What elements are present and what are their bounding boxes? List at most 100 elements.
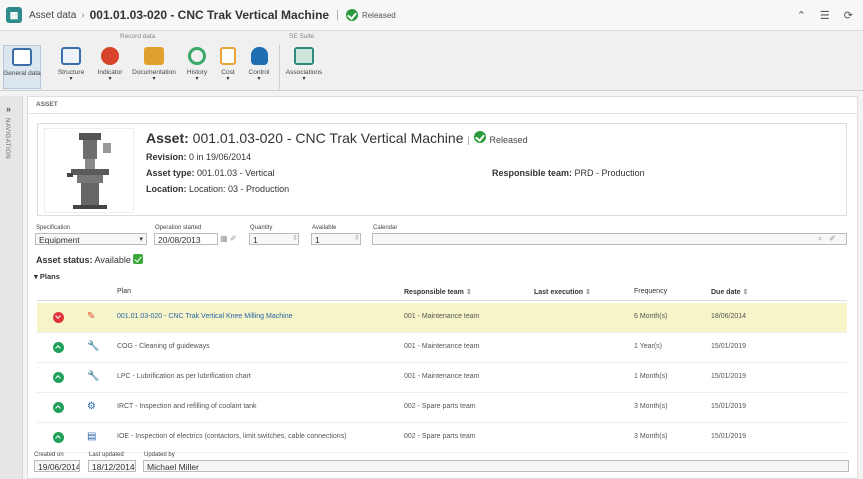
indicator-button[interactable]: Indicator ▾: [94, 45, 126, 89]
cost-icon: [220, 47, 236, 65]
available-label: Available: [312, 225, 337, 231]
control-button[interactable]: Control ▾: [244, 45, 274, 89]
list-menu-icon[interactable]: ☰: [820, 9, 830, 22]
triangle-down-icon: ▾: [34, 272, 38, 281]
breadcrumb-root[interactable]: Asset data: [29, 10, 76, 21]
created-on-field: 19/06/2014: [34, 460, 80, 472]
spec-label: Specification: [36, 225, 71, 231]
breadcrumb-separator: ›: [81, 9, 85, 21]
status-ok-icon: [53, 432, 64, 443]
last-updated-field: 18/12/2014: [88, 460, 136, 472]
responsible-team: 002 - Spare parts team: [404, 403, 476, 410]
plan-type-icon: 🔧: [87, 371, 100, 382]
main-panel: ASSET Asset: 001.01.03-020 - CNC Trak Ve…: [27, 96, 858, 479]
history-icon: [188, 47, 206, 65]
col-frequency[interactable]: Frequency: [634, 288, 667, 295]
page-title: 001.01.03-020 - CNC Trak Vertical Machin…: [89, 8, 330, 22]
status-ok-icon: [53, 342, 64, 353]
audit-footer: Created on 19/06/2014 Last updated 18/12…: [34, 452, 849, 478]
chevron-down-icon: ▾: [139, 236, 143, 243]
responsible-team: 001 - Maintenance team: [404, 313, 480, 320]
section-title: ASSET: [36, 101, 58, 108]
plan-type-icon: 🔧: [87, 341, 100, 352]
plan-name: IOE - Inspection of electrics (contactor…: [117, 433, 347, 440]
op-started-label: Operation started: [155, 225, 202, 231]
plan-name: LPC - Lubrification as per lubrification…: [117, 373, 251, 380]
asset-type-line: Asset type: 001.01.03 - Vertical: [146, 168, 275, 178]
available-check-icon: [132, 254, 143, 264]
table-row[interactable]: 🔧 LPC - Lubrification as per lubrificatio…: [37, 363, 847, 393]
asset-released-icon: [473, 131, 486, 143]
associations-icon: [294, 47, 314, 65]
structure-icon: [61, 47, 81, 65]
title-bar: ▦ Asset data › 001.01.03-020 - CNC Trak …: [0, 0, 863, 31]
cost-button[interactable]: Cost ▾: [215, 45, 241, 89]
clear-field-icon[interactable]: ✐: [829, 234, 836, 243]
responsible-team: 001 - Maintenance team: [404, 343, 480, 350]
general-data-button[interactable]: General data: [3, 45, 41, 89]
plan-type-icon: ✎: [87, 311, 96, 322]
due-date: 15/01/2019: [711, 403, 747, 410]
documentation-button[interactable]: Documentation ▾: [128, 45, 180, 89]
responsible-team-line: Responsible team: PRD - Production: [492, 168, 645, 178]
asset-photo: [44, 128, 134, 213]
table-row[interactable]: 🔧 COG - Cleaning of guideways 001 - Mainte…: [37, 333, 847, 363]
clear-date-icon[interactable]: ✐: [230, 234, 237, 243]
group-label-record: Record data: [120, 33, 156, 40]
responsible-team: 002 - Spare parts team: [404, 433, 476, 440]
calendar-label: Calendar: [373, 225, 398, 231]
refresh-icon[interactable]: ⟳: [844, 9, 853, 22]
col-due-date[interactable]: Due date ⇕: [711, 288, 748, 296]
asset-summary-card: Asset: 001.01.03-020 - CNC Trak Vertical…: [37, 123, 847, 216]
expand-navigation-icon[interactable]: »: [6, 104, 11, 114]
navigation-label[interactable]: NAVIGATION: [4, 118, 10, 159]
location-line: Location: Location: 03 - Production: [146, 184, 290, 194]
updated-by-field: Michael Miller: [143, 460, 849, 472]
structure-button[interactable]: Structure ▾: [55, 45, 87, 89]
calendar-field[interactable]: [372, 233, 847, 245]
group-label-se: SE Suite: [289, 33, 315, 40]
plans-toggle[interactable]: ▾ Plans: [34, 272, 60, 281]
associations-button[interactable]: Associations ▾: [283, 45, 325, 89]
table-row[interactable]: ▤ IOE - Inspection of electrics (contacto…: [37, 423, 847, 453]
folder-icon: [144, 47, 164, 65]
due-date: 18/06/2014: [711, 313, 747, 320]
quantity-stepper-icon[interactable]: ⇳: [292, 234, 298, 242]
plan-type-icon: ▤: [87, 431, 97, 442]
header-status: Released: [361, 10, 396, 20]
calendar-icon[interactable]: ▦: [220, 234, 228, 243]
frequency: 3 Month(s): [634, 433, 668, 440]
app-icon: ▦: [6, 7, 22, 23]
search-icon[interactable]: ⌕: [818, 234, 822, 244]
plan-name: COG - Cleaning of guideways: [117, 343, 210, 350]
table-row[interactable]: ✎ 001.01.03-020 - CNC Trak Vertical Knee …: [37, 303, 847, 333]
status-ok-icon: [53, 402, 64, 413]
responsible-team: 001 - Maintenance team: [404, 373, 480, 380]
available-stepper-icon[interactable]: ⇳: [354, 234, 360, 242]
due-date: 15/01/2019: [711, 373, 747, 380]
due-date: 15/01/2019: [711, 433, 747, 440]
col-team[interactable]: Responsible team ⇕: [404, 288, 472, 296]
collapse-up-icon[interactable]: ⌃: [797, 9, 806, 22]
col-last-execution[interactable]: Last execution ⇕: [534, 288, 591, 296]
revision-line: Revision: 0 in 19/06/2014: [146, 152, 252, 162]
asset-status: Asset status: Available: [36, 254, 143, 265]
col-plan[interactable]: Plan: [117, 288, 131, 295]
status-overdue-icon: [53, 312, 64, 323]
updated-label: Last updated: [89, 452, 124, 458]
general-data-icon: [12, 48, 32, 66]
status-ok-icon: [53, 372, 64, 383]
created-label: Created on: [34, 452, 64, 458]
plan-name[interactable]: 001.01.03-020 - CNC Trak Vertical Knee M…: [117, 313, 292, 320]
navigation-panel: » NAVIGATION: [0, 96, 23, 479]
frequency: 1 Year(s): [634, 343, 663, 350]
table-row[interactable]: ⚙ IRCT - Inspection and refilling of cool…: [37, 393, 847, 423]
plan-type-icon: ⚙: [87, 401, 96, 412]
plans-table-header: Plan Responsible team ⇕ Last execution ⇕…: [37, 283, 847, 301]
plan-name: IRCT - Inspection and refilling of coola…: [117, 403, 257, 410]
history-button[interactable]: History ▾: [183, 45, 211, 89]
operation-started-field[interactable]: 20/08/2013: [154, 233, 218, 245]
specification-select[interactable]: Equipment ▾: [35, 233, 147, 245]
frequency: 6 Month(s): [634, 313, 668, 320]
control-icon: [250, 47, 268, 65]
